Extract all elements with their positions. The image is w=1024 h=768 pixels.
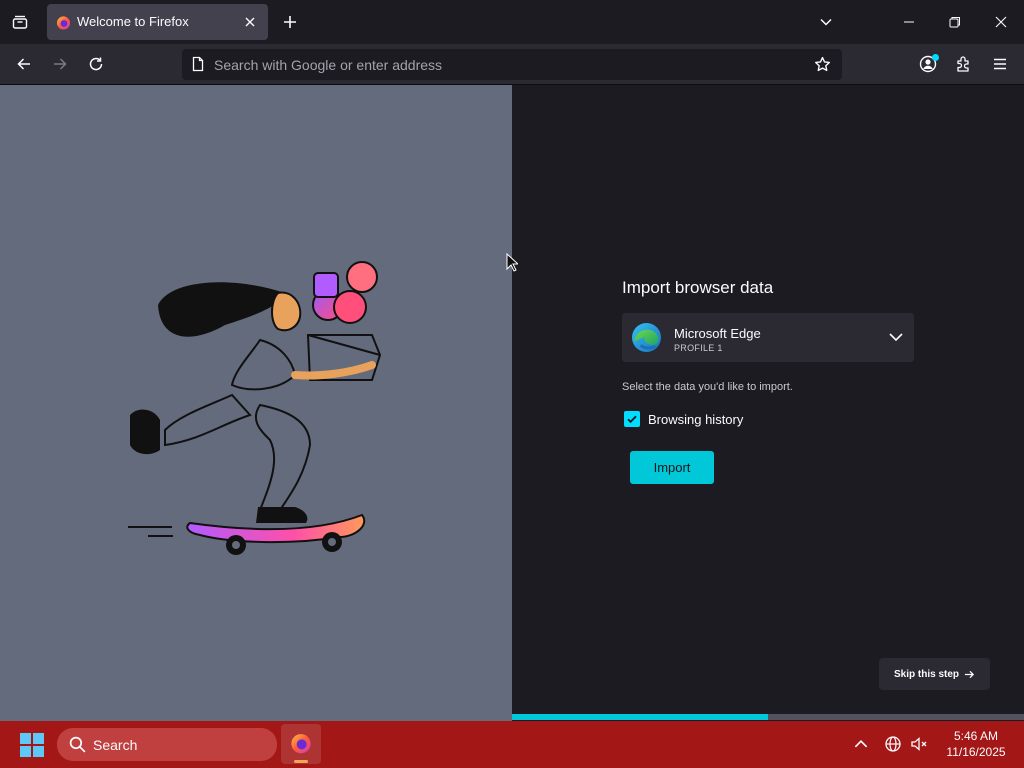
close-icon[interactable] (978, 4, 1024, 40)
taskbar-firefox[interactable] (281, 724, 321, 764)
plus-icon[interactable] (276, 8, 304, 36)
tab-bar: Welcome to Firefox (0, 0, 1024, 44)
onboarding-progress-bar (512, 714, 1024, 720)
navigation-toolbar (0, 44, 1024, 85)
skip-step-label: Skip this step (893, 668, 959, 680)
firefox-icon (291, 734, 311, 754)
running-indicator (294, 760, 308, 763)
network-icon[interactable] (884, 735, 902, 753)
mouse-cursor-icon (506, 253, 518, 272)
onboarding-progress-fill (512, 714, 768, 720)
chevron-up-icon[interactable] (852, 735, 870, 753)
taskbar: Search 5:46 AM 11/16/2025 (0, 721, 1024, 768)
edge-icon (631, 322, 662, 353)
extensions-icon[interactable] (950, 50, 978, 78)
browsing-history-label[interactable]: Browsing history (648, 412, 743, 427)
search-icon (69, 736, 86, 753)
taskbar-clock[interactable]: 5:46 AM 11/16/2025 (940, 728, 1012, 760)
arrow-right-icon (964, 670, 975, 678)
restore-icon[interactable] (932, 4, 978, 40)
select-hint: Select the data you'd like to import. (622, 381, 793, 393)
browser-select[interactable]: Microsoft Edge PROFILE 1 (622, 313, 914, 362)
search-label: Search (93, 737, 138, 753)
reload-icon[interactable] (82, 50, 110, 78)
volume-icon[interactable] (910, 735, 928, 753)
address-input[interactable] (214, 49, 804, 80)
taskbar-search[interactable]: Search (57, 728, 277, 761)
firefox-icon (56, 16, 71, 30)
star-icon[interactable] (809, 51, 836, 78)
browsing-history-checkbox[interactable] (624, 411, 640, 427)
tab-welcome[interactable]: Welcome to Firefox (47, 4, 268, 40)
account-notification-dot (932, 54, 939, 61)
import-pane: Import browser data Microsoft Edge PROFI… (512, 85, 1024, 721)
forward-icon[interactable] (46, 50, 74, 78)
hamburger-menu-icon[interactable] (986, 50, 1014, 78)
browser-profile: PROFILE 1 (674, 343, 723, 353)
chevron-down-icon (889, 333, 903, 342)
url-bar (182, 49, 842, 80)
skip-step-button[interactable]: Skip this step (879, 658, 990, 690)
chevron-down-icon[interactable] (812, 8, 840, 36)
clock-date: 11/16/2025 (946, 745, 1006, 759)
check-icon (627, 415, 637, 424)
import-button[interactable]: Import (630, 451, 714, 484)
close-icon[interactable] (240, 12, 260, 32)
skateboarder-illustration (128, 261, 382, 555)
illustration-pane (0, 85, 512, 721)
browser-name: Microsoft Edge (674, 326, 761, 341)
tab-title: Welcome to Firefox (77, 14, 189, 29)
import-title: Import browser data (622, 278, 774, 297)
windows-start-icon[interactable] (20, 733, 44, 757)
page-icon (192, 56, 204, 72)
tab-list-icon[interactable] (6, 8, 34, 36)
minimize-icon[interactable] (886, 4, 932, 40)
back-icon[interactable] (10, 50, 38, 78)
clock-time: 5:46 AM (953, 729, 999, 743)
